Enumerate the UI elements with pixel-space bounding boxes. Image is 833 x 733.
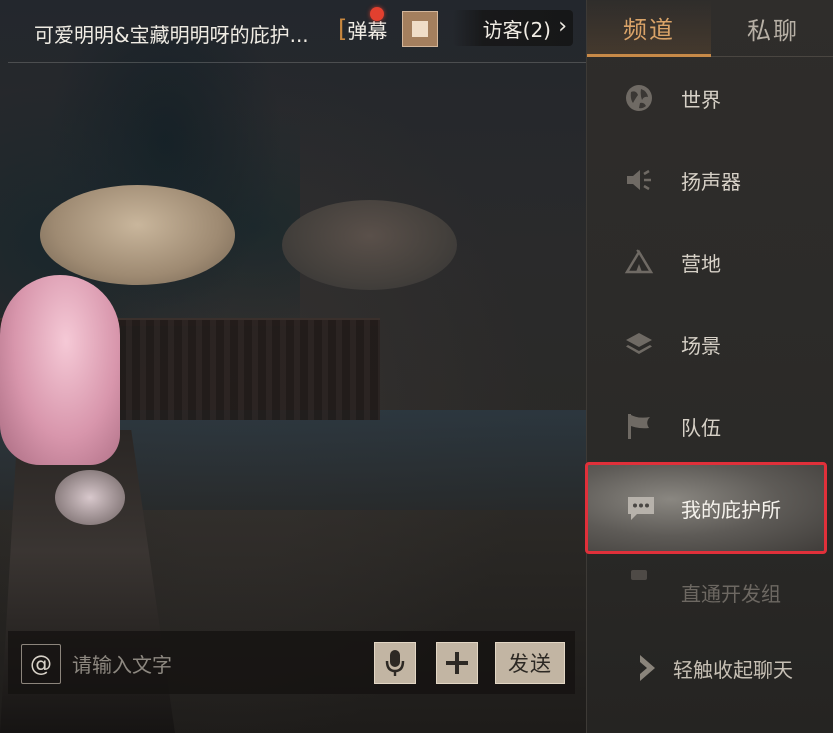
channel-label: 我的庇护所 xyxy=(681,497,781,522)
channel-item-world[interactable]: 世界 xyxy=(587,57,833,139)
add-button[interactable] xyxy=(436,642,478,684)
channel-item-my-shelter[interactable]: 我的庇护所 xyxy=(585,462,827,554)
channel-label: 队伍 xyxy=(681,415,721,440)
character-bow xyxy=(55,470,125,525)
notification-dot xyxy=(370,7,384,21)
voice-button[interactable] xyxy=(374,642,416,684)
stop-button[interactable] xyxy=(402,11,438,47)
channel-label: 直通开发组 xyxy=(681,582,781,606)
cloud-lamp xyxy=(40,185,235,285)
camp-tent-icon xyxy=(623,246,655,278)
chat-bubble-icon xyxy=(625,492,657,524)
channel-label: 扬声器 xyxy=(681,169,741,194)
mention-button[interactable]: @ xyxy=(21,644,61,684)
visitor-label: 访客(2) xyxy=(482,17,551,42)
speaker-icon xyxy=(623,164,655,196)
tab-channels[interactable]: 频道 xyxy=(587,0,711,57)
danmu-bracket-icon: [ xyxy=(338,15,348,43)
channel-panel: 频道 私聊 世界 扬声器 营地 场景 队伍 我的庇护所 直通开发组 轻触收起聊天 xyxy=(585,0,833,733)
room-title: 可爱明明&宝藏明明呀的庇护... xyxy=(34,23,309,47)
channel-label: 营地 xyxy=(681,251,721,276)
send-button[interactable]: 发送 xyxy=(495,642,565,684)
channel-item-scene[interactable]: 场景 xyxy=(587,303,833,385)
dev-icon xyxy=(623,560,655,592)
chat-top-bar: 可爱明明&宝藏明明呀的庇护... [ 弹幕 访客(2) › xyxy=(8,0,586,63)
channel-label: 场景 xyxy=(681,333,721,358)
chat-input[interactable] xyxy=(70,644,364,686)
globe-icon xyxy=(623,82,655,114)
plus-icon xyxy=(446,652,468,674)
stop-square-icon xyxy=(412,21,428,37)
at-icon: @ xyxy=(30,651,52,677)
character-hair xyxy=(0,275,120,465)
panel-tabs: 频道 私聊 xyxy=(587,0,833,57)
game-scene xyxy=(0,0,586,733)
channel-item-camp[interactable]: 营地 xyxy=(587,221,833,303)
collapse-label: 轻触收起聊天 xyxy=(673,657,793,682)
visitor-button[interactable]: 访客(2) › xyxy=(453,10,573,46)
chevron-right-icon: › xyxy=(558,14,567,39)
channel-item-speaker[interactable]: 扬声器 xyxy=(587,139,833,221)
microphone-icon xyxy=(385,650,405,676)
chat-input-bar: @ 发送 xyxy=(8,631,575,694)
layers-icon xyxy=(623,328,655,360)
play-arrow-icon xyxy=(640,655,655,681)
collapse-chat-button[interactable]: 轻触收起聊天 xyxy=(637,650,793,686)
cloud-lamp-shadow xyxy=(282,200,457,290)
channel-item-team[interactable]: 队伍 xyxy=(587,385,833,467)
channel-item-dev-direct[interactable]: 直通开发组 xyxy=(587,548,833,608)
tab-private-chat[interactable]: 私聊 xyxy=(711,0,833,57)
flag-icon xyxy=(623,410,655,442)
channel-label: 世界 xyxy=(681,87,721,112)
